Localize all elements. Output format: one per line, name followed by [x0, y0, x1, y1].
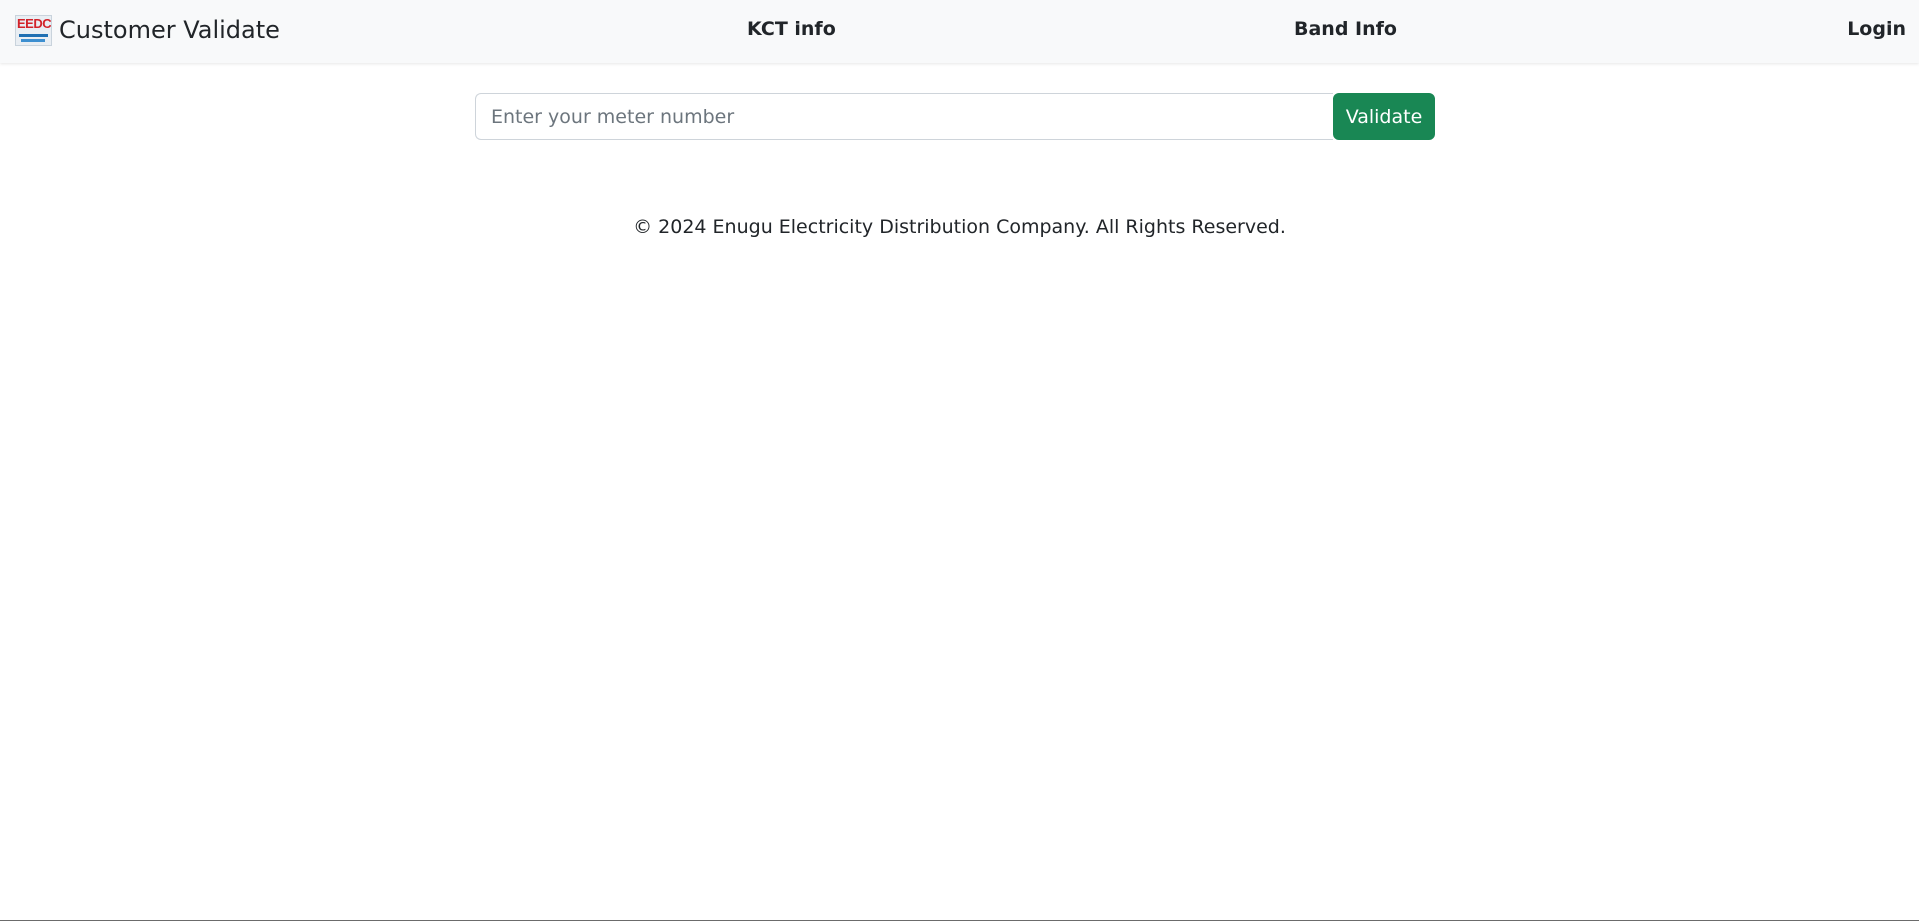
- meter-number-input[interactable]: [475, 93, 1333, 140]
- nav-link-kct-info[interactable]: KCT info: [747, 17, 836, 41]
- brand-link[interactable]: EEDC Customer Validate: [15, 14, 280, 46]
- nav-link-band-info[interactable]: Band Info: [1294, 17, 1397, 41]
- footer-copyright: © 2024 Enugu Electricity Distribution Co…: [633, 216, 1286, 238]
- top-navbar: EEDC Customer Validate KCT info Band Inf…: [0, 0, 1919, 63]
- logo-stripe: [19, 33, 48, 37]
- page: EEDC Customer Validate KCT info Band Inf…: [0, 0, 1919, 921]
- eedc-logo: EEDC: [15, 14, 52, 46]
- validate-button[interactable]: Validate: [1333, 93, 1435, 140]
- logo-text: EEDC: [17, 15, 52, 31]
- brand-title: Customer Validate: [59, 16, 280, 44]
- meter-validation-form: Validate: [475, 93, 1435, 140]
- logo-stripe: [21, 38, 45, 42]
- nav-link-login[interactable]: Login: [1847, 17, 1906, 41]
